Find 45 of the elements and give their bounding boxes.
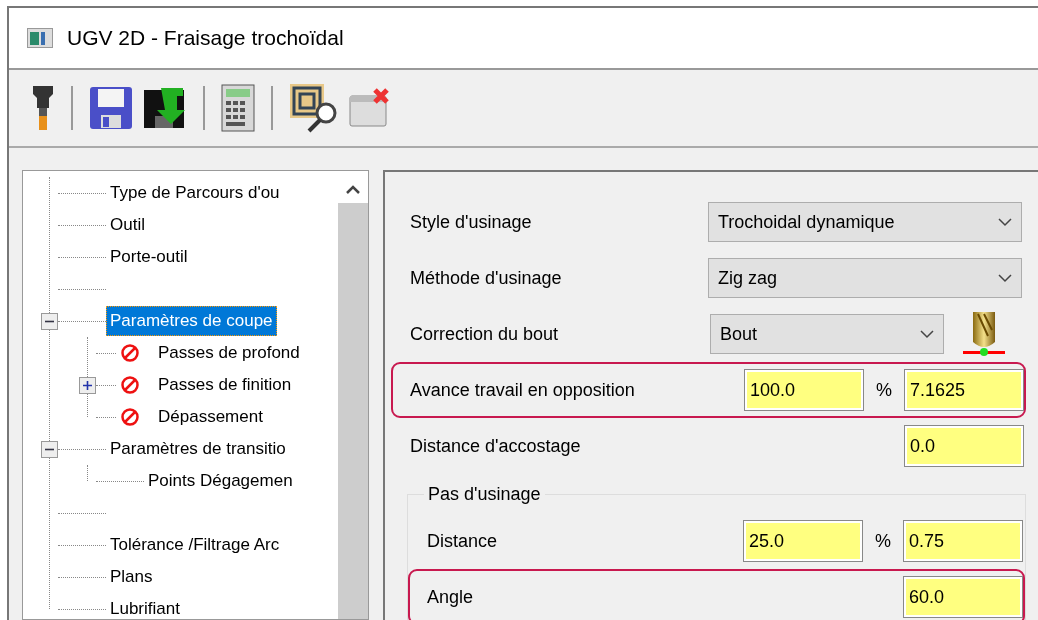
window-icon — [27, 28, 53, 48]
field-label: Correction du bout — [410, 322, 560, 346]
chevron-icon — [997, 216, 1013, 228]
tree-item[interactable]: Points Dégagemen — [144, 466, 297, 496]
tree-item[interactable]: Tolérance /Filtrage Arc — [106, 530, 284, 560]
tree-item[interactable]: Lubrifiant — [106, 594, 184, 619]
tree-item[interactable]: Passes de finition — [154, 370, 296, 400]
zoom-icon[interactable] — [289, 83, 339, 133]
calculator-icon[interactable] — [221, 84, 255, 132]
unit-label: % — [874, 529, 892, 553]
field-label: Distance — [427, 529, 499, 553]
value-field[interactable]: 0.75 — [903, 520, 1023, 562]
unit-label: % — [875, 378, 893, 402]
save-icon[interactable] — [89, 86, 133, 130]
tree-item[interactable]: Dépassement — [154, 402, 267, 432]
field-label: Angle — [427, 585, 475, 609]
chevron-icon — [919, 328, 935, 340]
field-label: Avance travail en opposition — [410, 378, 636, 402]
field-label: Méthode d'usinage — [410, 266, 563, 290]
collapse-button[interactable] — [41, 440, 58, 458]
value-field[interactable]: 60.0 — [903, 576, 1023, 618]
value-field[interactable]: 7.1625 — [904, 369, 1024, 411]
field-label: Style d'usinage — [410, 210, 533, 234]
tree-item[interactable]: Plans — [106, 562, 157, 592]
collapse-button[interactable] — [41, 312, 58, 330]
end-mill-icon — [960, 311, 1008, 357]
field-label: Distance d'accostage — [410, 434, 582, 458]
value-field[interactable]: 0.0 — [904, 425, 1024, 467]
expand-button[interactable] — [79, 376, 96, 394]
tree-item[interactable]: Type de Parcours d'ou — [106, 178, 284, 208]
tree-item[interactable]: Outil — [106, 210, 149, 240]
window-title: UGV 2D - Fraisage trochoïdal — [67, 25, 344, 52]
tree-item[interactable]: Porte-outil — [106, 242, 192, 272]
percent-field[interactable]: 100.0 — [744, 369, 864, 411]
dropdown[interactable]: Zig zag — [708, 258, 1022, 298]
dropdown[interactable]: Trochoidal dynamique — [708, 202, 1022, 242]
tree-item[interactable]: Paramètres de transitio — [106, 434, 290, 464]
tree-item[interactable]: Passes de profond — [154, 338, 304, 368]
scroll-up-icon[interactable] — [345, 183, 361, 195]
tree-item[interactable]: Paramètres de coupe — [106, 306, 277, 336]
tool-holder-icon[interactable] — [31, 84, 55, 132]
save-download-icon[interactable] — [143, 86, 187, 130]
chevron-icon — [997, 272, 1013, 284]
dropdown[interactable]: Bout — [710, 314, 944, 354]
percent-field[interactable]: 25.0 — [743, 520, 863, 562]
